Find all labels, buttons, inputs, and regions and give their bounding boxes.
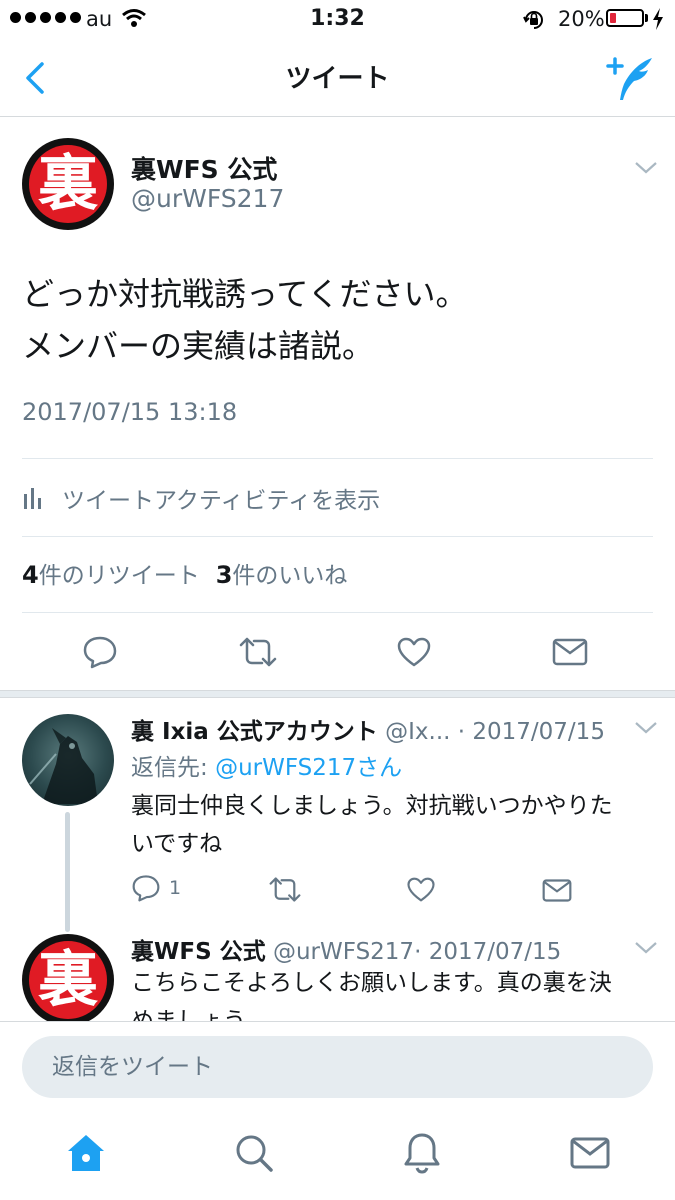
reply-count: 1 [169,877,182,899]
analytics-bars-icon [24,488,41,509]
reply-to-handle-link[interactable]: @urWFS217さん [215,755,402,781]
reply-avatar[interactable]: 裏 [22,934,114,1026]
charging-bolt-icon [653,8,663,30]
divider [22,536,653,537]
status-bar: au 1:32 20% [0,0,675,40]
reply-action-bar: 1 [0,872,675,912]
home-icon [68,1135,104,1171]
messages-icon [570,1137,610,1169]
retweet-icon [239,637,277,667]
tab-bar [0,1111,675,1200]
battery-nub [645,14,648,22]
reply-input[interactable] [22,1036,653,1098]
chevron-down-icon[interactable] [634,720,658,736]
battery-percent: 20% [558,7,605,31]
like-stat[interactable]: 3件のいいね [216,556,348,590]
envelope-icon [552,638,588,666]
reply-to-line: 返信先: @urWFS217さん [131,748,402,782]
chevron-down-icon[interactable] [634,160,658,176]
author-name[interactable]: 裏WFS 公式 [131,150,277,186]
page-title: ツイート [285,64,390,94]
like-label: 件のいいね [232,563,348,589]
divider [22,612,653,613]
retweet-button[interactable] [238,630,278,674]
reply-date: · 2017/07/15 [414,939,562,965]
envelope-icon [542,879,572,902]
reply-button[interactable]: 1 [131,874,181,902]
tab-home[interactable] [64,1131,108,1175]
search-icon [236,1135,273,1172]
reply-button[interactable] [80,630,120,674]
heart-icon [397,637,431,667]
reply-to-prefix: 返信先: [131,755,216,781]
retweet-icon [269,877,301,902]
reply-author-name[interactable]: 裏WFS 公式 [131,939,266,965]
avatar[interactable]: 裏 [22,138,114,230]
battery-icon [606,9,644,27]
author-handle[interactable]: @urWFS217 [131,184,284,213]
share-via-dm-button[interactable] [550,630,590,674]
tab-messages[interactable] [568,1131,612,1175]
tweet-action-bar [0,630,675,678]
reply-header: 裏WFS 公式 @urWFS217· 2017/07/15 [131,932,561,966]
avatar-image [29,728,98,804]
tweet-text-line: メンバーの実績は諸説。 [22,327,375,365]
reply-author-handle[interactable]: @Ix... [385,719,450,745]
divider [22,458,653,459]
reply-date: · 2017/07/15 [457,719,605,745]
tweet-text: どっか対抗戦誘ってください。 メンバーの実績は諸説。 [22,268,652,372]
retweet-button[interactable] [268,876,302,903]
compose-tweet-button[interactable] [606,54,658,104]
reply-icon [132,875,160,902]
retweet-count: 4 [22,561,39,589]
battery-level-fill [610,13,616,23]
retweet-label: 件のリツイート [38,563,200,589]
share-via-dm-button[interactable] [542,878,572,903]
reply-icon [83,636,117,669]
reply-author-name[interactable]: 裏 Ixia 公式アカウント [131,719,378,745]
tweet-activity-link[interactable]: ツイートアクティビティを表示 [22,478,380,518]
engagement-stats: 4件のリツイート 3件のいいね [22,556,347,590]
thread-separator [0,690,675,698]
tab-notifications[interactable] [400,1131,444,1175]
nav-bar: ツイート [0,40,675,117]
reply-text: 裏同士仲良くしましょう。対抗戦いつかやりたいですね [131,793,613,857]
notifications-icon [404,1133,440,1174]
reply-composer [0,1021,675,1112]
heart-icon [407,877,435,902]
chevron-down-icon[interactable] [634,940,658,956]
avatar-glyph: 裏 [38,149,98,219]
retweet-stat[interactable]: 4件のリツイート [22,556,200,590]
like-count: 3 [215,561,233,589]
compose-tweet-icon [606,57,652,100]
tweet-activity-label: ツイートアクティビティを表示 [62,488,381,514]
reply-author-handle[interactable]: @urWFS217 [273,939,414,965]
tweet-text-line: どっか対抗戦誘ってください。 [22,275,468,313]
reply-avatar[interactable] [22,714,114,806]
reply-header: 裏 Ixia 公式アカウント @Ix... · 2017/07/15 [131,712,605,746]
thread-connector-line [65,812,70,932]
avatar-glyph: 裏 [38,945,98,1015]
tweet-timestamp: 2017/07/15 13:18 [22,398,238,426]
tab-search[interactable] [232,1131,276,1175]
like-button[interactable] [406,876,436,903]
like-button[interactable] [394,630,434,674]
rotation-lock-icon [523,11,543,29]
